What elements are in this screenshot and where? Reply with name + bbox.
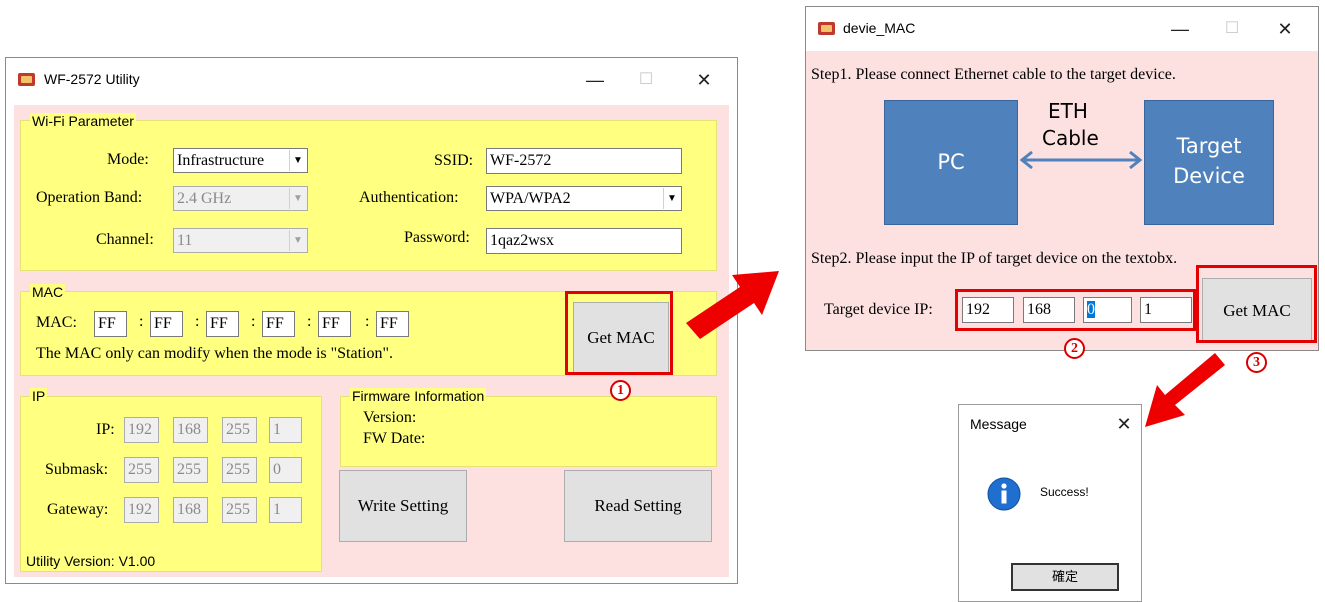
authentication-select[interactable]: WPA/WPA2 ▼	[486, 186, 682, 211]
gateway-octet-3: 255	[222, 497, 257, 523]
target-ip-label: Target device IP:	[824, 301, 933, 318]
gateway-octet-2: 168	[173, 497, 208, 523]
ip-label: IP:	[96, 421, 115, 438]
mode-value: Infrastructure	[177, 152, 265, 169]
channel-select: 11 ▼	[173, 228, 308, 253]
password-input[interactable]: 1qaz2wsx	[486, 228, 682, 254]
mac-separator: :	[195, 313, 200, 330]
mode-label: Mode:	[107, 151, 149, 168]
pc-box: PC	[884, 100, 1018, 225]
cable-double-arrow	[1019, 150, 1143, 170]
mac-separator: :	[365, 313, 370, 330]
step2-instruction: Step2. Please input the IP of target dev…	[811, 250, 1178, 267]
mac-octet-6[interactable]: FF	[376, 311, 409, 337]
password-label: Password:	[404, 229, 470, 246]
mac-group-title: MAC	[30, 284, 66, 300]
ip-octet-2: 168	[173, 417, 208, 443]
mac-separator: :	[307, 313, 312, 330]
ok-button[interactable]: 確定	[1011, 563, 1119, 591]
get-mac-highlight-box	[565, 291, 673, 375]
close-button[interactable]: ✕	[1270, 17, 1300, 41]
ssid-input[interactable]: WF-2572	[486, 148, 682, 174]
step1-instruction: Step1. Please connect Ethernet cable to …	[811, 66, 1176, 83]
ip-group-title: IP	[30, 388, 48, 404]
mac-octet-2[interactable]: FF	[150, 311, 183, 337]
minimize-button[interactable]: —	[580, 68, 610, 92]
target-label-line1: Target	[1176, 134, 1242, 158]
mac-octet-5[interactable]: FF	[318, 311, 351, 337]
info-icon	[987, 477, 1021, 511]
window-title: WF-2572 Utility	[44, 71, 140, 87]
channel-label: Channel:	[96, 231, 154, 248]
message-title: Message	[970, 416, 1027, 432]
utility-version-label: Utility Version: V1.00	[26, 553, 156, 569]
wifi-group-title: Wi-Fi Parameter	[30, 113, 136, 129]
firmware-group-title: Firmware Information	[350, 388, 487, 404]
firmware-date-label: FW Date:	[363, 430, 426, 447]
operation-band-label: Operation Band:	[36, 189, 143, 206]
ip-octet-4: 1	[269, 417, 302, 443]
ip-octet-1: 192	[124, 417, 159, 443]
mac-octet-3[interactable]: FF	[206, 311, 239, 337]
submask-octet-2: 255	[173, 457, 208, 483]
mac-label: MAC:	[36, 314, 77, 331]
gateway-label: Gateway:	[47, 501, 109, 518]
chevron-down-icon: ▼	[663, 188, 680, 209]
device-get-mac-highlight-box	[1196, 265, 1317, 343]
app-icon	[818, 22, 835, 35]
operation-band-select: 2.4 GHz ▼	[173, 186, 308, 211]
authentication-value: WPA/WPA2	[490, 190, 571, 207]
step-3-marker: 3	[1246, 352, 1267, 373]
mac-octet-1[interactable]: FF	[94, 311, 127, 337]
ip-octet-3: 255	[222, 417, 257, 443]
firmware-version-label: Version:	[363, 409, 417, 426]
read-setting-button[interactable]: Read Setting	[564, 470, 712, 542]
submask-octet-3: 255	[222, 457, 257, 483]
title-bar: WF-2572 Utility — ☐ ✕	[6, 58, 737, 102]
target-label-line2: Device	[1173, 164, 1245, 188]
close-button[interactable]: ✕	[689, 68, 719, 92]
gateway-octet-1: 192	[124, 497, 159, 523]
eth-label: ETH	[1048, 99, 1088, 123]
pc-label: PC	[937, 150, 965, 174]
arrow-to-message-box	[1145, 353, 1225, 427]
mac-separator: :	[139, 313, 144, 330]
submask-octet-4: 0	[269, 457, 302, 483]
maximize-button: ☐	[1224, 20, 1240, 37]
mac-note: The MAC only can modify when the mode is…	[36, 345, 394, 362]
message-text: Success!	[1040, 485, 1089, 499]
channel-value: 11	[177, 232, 193, 249]
chevron-down-icon: ▼	[289, 150, 306, 171]
message-dialog: Message ✕ Success! 確定	[958, 404, 1142, 602]
device-window-title: devie_MAC	[843, 20, 916, 36]
chevron-down-icon: ▼	[289, 230, 306, 251]
mode-select[interactable]: Infrastructure ▼	[173, 148, 308, 173]
step-1-marker: 1	[610, 380, 631, 401]
operation-band-value: 2.4 GHz	[177, 190, 232, 207]
app-icon	[18, 73, 35, 86]
write-setting-button[interactable]: Write Setting	[339, 470, 467, 542]
ssid-label: SSID:	[434, 152, 474, 169]
cable-label: Cable	[1042, 126, 1099, 150]
arrow-to-device-window	[686, 271, 779, 339]
mac-octet-4[interactable]: FF	[262, 311, 295, 337]
authentication-label: Authentication:	[359, 189, 459, 206]
submask-octet-1: 255	[124, 457, 159, 483]
step-2-marker: 2	[1064, 338, 1085, 359]
gateway-octet-4: 1	[269, 497, 302, 523]
target-ip-highlight-box	[955, 289, 1196, 331]
device-title-bar: devie_MAC — ☐ ✕	[806, 7, 1318, 51]
minimize-button[interactable]: —	[1165, 17, 1195, 41]
chevron-down-icon: ▼	[289, 188, 306, 209]
mac-separator: :	[251, 313, 256, 330]
submask-label: Submask:	[45, 461, 109, 478]
target-device-box: Target Device	[1144, 100, 1274, 225]
maximize-button: ☐	[638, 71, 654, 88]
close-button[interactable]: ✕	[1109, 412, 1139, 436]
